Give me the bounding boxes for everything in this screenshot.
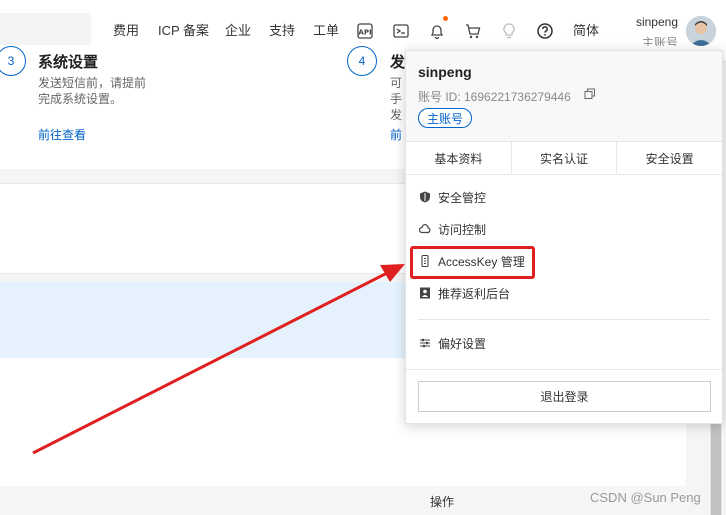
copy-icon[interactable] xyxy=(584,88,596,100)
account-id: 账号 ID: 1696221736279446 xyxy=(418,90,571,104)
profile-card-icon xyxy=(418,286,432,300)
step-3-desc-line1: 发送短信前，请提前 xyxy=(38,76,147,90)
step-4-desc-line3: 发 xyxy=(390,108,403,122)
annotation-highlight-box xyxy=(410,246,535,279)
bell-icon[interactable] xyxy=(428,22,446,40)
nav-ticket[interactable]: 工单 xyxy=(313,23,339,39)
step-3-link[interactable]: 前往查看 xyxy=(38,126,86,143)
account-dropdown: sinpeng 账号 ID: 1696221736279446 主账号 基本资料… xyxy=(405,50,723,424)
account-header: sinpeng 账号 ID: 1696221736279446 主账号 xyxy=(406,51,722,141)
role-badge: 主账号 xyxy=(418,108,472,128)
lightbulb-icon[interactable] xyxy=(500,22,518,40)
menu-item-rebate[interactable]: 推荐返利后台 xyxy=(418,283,708,303)
terminal-icon[interactable] xyxy=(392,22,410,40)
sliders-icon xyxy=(418,336,432,350)
step-3-number: 3 xyxy=(0,46,26,76)
cart-icon[interactable] xyxy=(464,22,482,40)
nav-billing[interactable]: 费用 xyxy=(113,23,139,39)
shield-icon xyxy=(418,190,432,204)
tab-basic-info[interactable]: 基本资料 xyxy=(406,142,512,174)
watermark: CSDN @Sun Peng xyxy=(590,490,701,505)
menu-item-security-control[interactable]: 安全管控 xyxy=(418,187,708,207)
avatar[interactable] xyxy=(686,16,716,46)
account-name: sinpeng xyxy=(418,64,472,80)
notification-dot xyxy=(443,16,448,21)
step-4-desc-line1: 可 xyxy=(390,76,403,90)
step-4-link[interactable]: 前 xyxy=(390,126,402,143)
nav-support[interactable]: 支持 xyxy=(269,23,295,39)
menu-divider xyxy=(418,319,710,320)
step-3-title: 系统设置 xyxy=(38,54,99,71)
step-4-title: 发 xyxy=(390,54,406,71)
menu-item-label: 安全管控 xyxy=(438,190,487,205)
help-icon[interactable] xyxy=(536,22,554,40)
menu-item-label: 访问控制 xyxy=(438,222,487,237)
column-header-actions: 操作 xyxy=(430,495,455,509)
language-switch[interactable]: 简体 xyxy=(573,23,599,39)
search-box[interactable] xyxy=(0,13,91,45)
menu-divider-bottom xyxy=(406,369,722,370)
menu-item-preferences[interactable]: 偏好设置 xyxy=(418,333,708,353)
tab-real-name-auth[interactable]: 实名认证 xyxy=(512,142,618,174)
nav-enterprise[interactable]: 企业 xyxy=(225,23,251,39)
nav-icp[interactable]: ICP 备案 xyxy=(158,23,209,39)
user-name[interactable]: sinpeng xyxy=(634,15,678,29)
svg-text:API: API xyxy=(358,29,371,37)
menu-item-access-control[interactable]: 访问控制 xyxy=(418,219,708,239)
logout-button[interactable]: 退出登录 xyxy=(418,381,711,412)
menu-item-label: 推荐返利后台 xyxy=(438,286,511,301)
step-3-desc-line2: 完成系统设置。 xyxy=(38,92,123,106)
menu-item-label: 偏好设置 xyxy=(438,336,487,351)
account-tabs: 基本资料 实名认证 安全设置 xyxy=(406,141,722,175)
cloud-icon xyxy=(418,222,432,236)
table-header: 操作 xyxy=(0,486,686,515)
scrollbar-thumb[interactable] xyxy=(711,420,721,515)
api-icon[interactable]: API xyxy=(356,22,374,40)
step-4-desc-line2: 手 xyxy=(390,92,403,106)
step-4-number: 4 xyxy=(347,46,377,76)
tab-security-settings[interactable]: 安全设置 xyxy=(617,142,722,174)
